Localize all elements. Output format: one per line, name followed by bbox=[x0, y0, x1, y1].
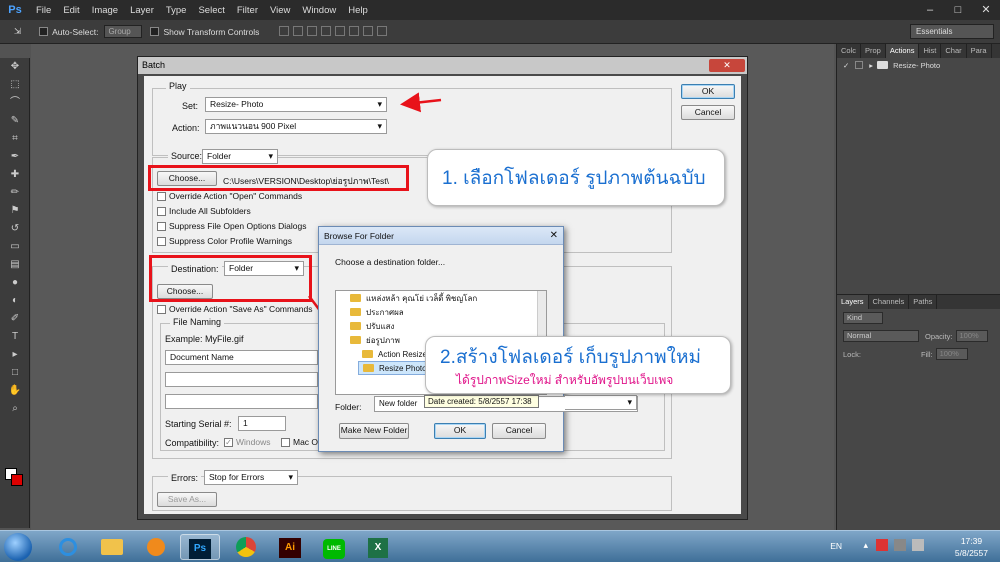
tray-expand-icon[interactable]: ▴ bbox=[863, 540, 868, 551]
ie-taskbar-icon[interactable] bbox=[48, 534, 88, 560]
folder-icon bbox=[350, 336, 361, 344]
step1-callout: 1. เลือกโฟลเดอร์ รูปภาพต้นฉบับ bbox=[427, 149, 725, 206]
ie-icon bbox=[59, 538, 77, 556]
folder-label: Folder: bbox=[335, 402, 362, 412]
media-taskbar-icon[interactable] bbox=[136, 534, 176, 560]
explorer-folder-icon bbox=[101, 539, 123, 555]
illustrator-taskbar-icon[interactable]: Ai bbox=[270, 534, 310, 560]
step2-sub-text: ได้รูปภาพSizeใหม่ สำหรับอัพรูปบนเว็บเพจ bbox=[456, 373, 674, 387]
tree-item-label: Action Resize bbox=[378, 349, 427, 359]
network-icon[interactable] bbox=[894, 539, 906, 551]
tree-item[interactable]: ปรับแสง bbox=[336, 319, 546, 333]
start-button[interactable] bbox=[4, 533, 32, 561]
folder-icon bbox=[350, 322, 361, 330]
photoshop-taskbar-icon[interactable]: Ps bbox=[180, 534, 220, 560]
folder-icon bbox=[350, 294, 361, 302]
step2-callout: 2.สร้างโฟลเดอร์ เก็บรูปภาพใหม่ ได้รูปภาพ… bbox=[425, 336, 731, 394]
browse-title: Browse For Folder bbox=[319, 227, 563, 245]
browse-close-button[interactable]: ✕ bbox=[550, 230, 558, 241]
chrome-taskbar-icon[interactable] bbox=[226, 534, 266, 560]
excel-taskbar-icon[interactable]: X bbox=[358, 534, 398, 560]
tree-item-label: Resize Photo bbox=[379, 363, 427, 373]
date-created-tooltip: Date created: 5/8/2557 17:38 bbox=[424, 395, 539, 408]
tree-item-label: แหล่งหล้า คุณโย่ เวล็ดี้ พิชญโลก bbox=[366, 293, 478, 303]
tree-item-label: ประกาศผล bbox=[366, 307, 404, 317]
clock-date: 5/8/2557 bbox=[954, 548, 988, 558]
line-app-icon: LINE bbox=[323, 539, 345, 559]
folder-icon bbox=[350, 308, 361, 316]
step2-main-text: 2.สร้างโฟลเดอร์ เก็บรูปภาพใหม่ bbox=[440, 347, 701, 368]
photoshop-app-icon: Ps bbox=[189, 539, 211, 559]
illustrator-app-icon: Ai bbox=[279, 538, 301, 558]
folder-dropdown-arrow[interactable] bbox=[565, 395, 637, 410]
tree-item-label: ย่อรูปภาพ bbox=[366, 335, 400, 345]
chrome-icon bbox=[236, 537, 256, 557]
line-taskbar-icon[interactable]: LINE bbox=[314, 534, 354, 560]
browse-instruction: Choose a destination folder... bbox=[335, 257, 446, 267]
tree-item[interactable]: แหล่งหล้า คุณโย่ เวล็ดี้ พิชญโลก bbox=[336, 291, 546, 305]
make-new-folder-button[interactable]: Make New Folder bbox=[339, 423, 409, 439]
taskbar: Ps Ai LINE X EN ▴ 17:39 5/8/2557 bbox=[0, 530, 1000, 562]
language-indicator[interactable]: EN bbox=[830, 541, 842, 551]
folder-icon bbox=[362, 350, 373, 358]
browse-cancel-button[interactable]: Cancel bbox=[492, 423, 546, 439]
volume-icon[interactable] bbox=[912, 539, 924, 551]
tree-item-selected[interactable]: Resize Photo bbox=[358, 361, 428, 375]
clock[interactable]: 17:39 5/8/2557 bbox=[955, 535, 988, 559]
tree-item[interactable]: ประกาศผล bbox=[336, 305, 546, 319]
excel-icon: X bbox=[368, 538, 388, 558]
tree-item-label: ปรับแสง bbox=[366, 321, 395, 331]
set-arrow bbox=[400, 92, 442, 113]
action-center-icon[interactable] bbox=[876, 539, 888, 551]
browse-ok-button[interactable]: OK bbox=[434, 423, 486, 439]
clock-time: 17:39 bbox=[960, 536, 983, 546]
media-player-icon bbox=[147, 538, 165, 556]
folder-icon bbox=[363, 364, 374, 372]
explorer-taskbar-icon[interactable] bbox=[92, 534, 132, 560]
